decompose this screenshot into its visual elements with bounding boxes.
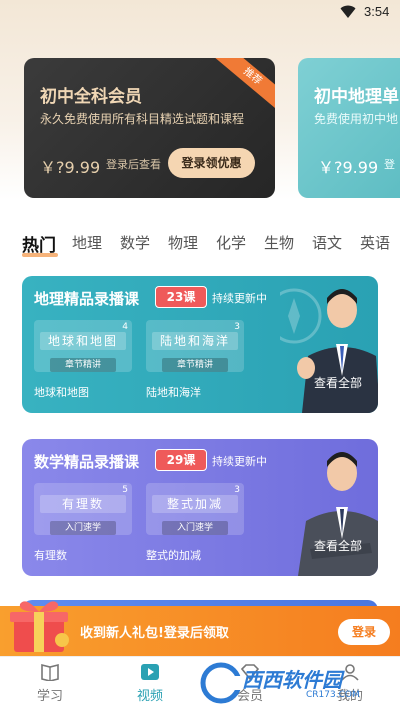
chapter-card[interactable]: 3 陆地和海洋 章节精讲 <box>146 320 244 372</box>
chapter-card[interactable]: 4 地球和地图 章节精讲 <box>34 320 132 372</box>
watermark-text: 西西软件园 <box>242 668 342 692</box>
chapter-count: 5 <box>122 485 128 495</box>
card-title: 初中地理单 <box>314 87 399 107</box>
update-status: 持续更新中 <box>212 292 267 305</box>
chapter-tag: 章节精讲 <box>162 358 228 372</box>
status-bar: 3:54 <box>0 0 400 26</box>
tab-english[interactable]: 英语 <box>360 232 390 253</box>
membership-card-all-subjects[interactable]: 推荐 初中全科会员 永久免费使用所有科目精选试题和课程 ￥?9.99 登录后查看… <box>24 58 275 198</box>
tab-chinese[interactable]: 语文 <box>312 232 342 253</box>
card-price: ￥?9.99 <box>40 158 101 177</box>
course-card-geography[interactable]: 地理精品录播课 23课 持续更新中 4 地球和地图 章节精讲 地球和地图 3 陆… <box>22 276 378 413</box>
promo-text: 收到新人礼包!登录后领取 <box>80 626 229 641</box>
chapter-count: 3 <box>234 322 240 332</box>
membership-card-geography[interactable]: 初中地理单 免费使用初中地 ￥?9.99 登 <box>298 58 400 198</box>
nav-study[interactable]: 学习 <box>20 663 80 704</box>
promo-login-button[interactable]: 登录 <box>338 619 390 645</box>
chapter-count: 4 <box>122 322 128 332</box>
card-title: 初中全科会员 <box>40 87 142 107</box>
clock: 3:54 <box>364 4 390 19</box>
nav-label: 学习 <box>36 689 63 704</box>
see-all-link[interactable]: 查看全部 <box>314 537 362 554</box>
chapter-board: 整式加减 <box>152 495 238 513</box>
gift-icon <box>10 601 69 652</box>
teacher-avatar-illustration <box>298 452 378 576</box>
book-icon <box>41 663 59 681</box>
card-subtitle: 永久免费使用所有科目精选试题和课程 <box>40 112 245 126</box>
course-title: 数学精品录播课 <box>34 453 140 471</box>
nav-video[interactable]: 视频 <box>120 663 180 704</box>
card-price-note: 登 <box>384 158 395 171</box>
site-watermark: 西西软件园 CR173.COM <box>198 660 394 706</box>
course-title: 地理精品录播课 <box>34 290 140 308</box>
recommended-ribbon: 推荐 <box>211 58 275 113</box>
chapter-label: 有理数 <box>34 549 67 562</box>
chapter-tag: 入门速学 <box>162 521 228 535</box>
chapter-card[interactable]: 5 有理数 入门速学 <box>34 483 132 535</box>
teacher-avatar-illustration <box>280 288 378 413</box>
nav-label: 视频 <box>136 689 163 704</box>
play-icon <box>141 664 159 680</box>
card-price-note: 登录后查看 <box>106 158 161 171</box>
update-status: 持续更新中 <box>212 455 267 468</box>
card-subtitle: 免费使用初中地 <box>314 112 399 126</box>
chapter-label: 地球和地图 <box>34 386 89 399</box>
tab-chemistry[interactable]: 化学 <box>216 232 246 253</box>
watermark-logo-icon <box>200 662 242 704</box>
wifi-icon <box>340 5 356 18</box>
tab-physics[interactable]: 物理 <box>168 232 198 253</box>
course-card-math[interactable]: 数学精品录播课 29课 持续更新中 5 有理数 入门速学 有理数 3 整式加减 … <box>22 439 378 576</box>
see-all-link[interactable]: 查看全部 <box>314 374 362 391</box>
chapter-tag: 入门速学 <box>50 521 116 535</box>
chapter-card[interactable]: 3 整式加减 入门速学 <box>146 483 244 535</box>
chapter-tag: 章节精讲 <box>50 358 116 372</box>
chapter-label: 陆地和海洋 <box>146 386 201 399</box>
chapter-label: 整式的加减 <box>146 549 201 562</box>
card-price: ￥?9.99 <box>318 158 379 177</box>
tab-biology[interactable]: 生物 <box>264 232 294 253</box>
lesson-count-badge: 29课 <box>155 449 207 471</box>
watermark-url: CR173.COM <box>306 690 360 700</box>
chapter-board: 陆地和海洋 <box>152 332 238 350</box>
chapter-board: 有理数 <box>40 495 126 513</box>
login-discount-button[interactable]: 登录领优惠 <box>168 148 255 178</box>
lesson-count-badge: 23课 <box>155 286 207 308</box>
active-tab-indicator <box>22 253 58 257</box>
tab-geography[interactable]: 地理 <box>72 232 102 253</box>
chapter-count: 3 <box>234 485 240 495</box>
tab-math[interactable]: 数学 <box>120 232 150 253</box>
chapter-board: 地球和地图 <box>40 332 126 350</box>
